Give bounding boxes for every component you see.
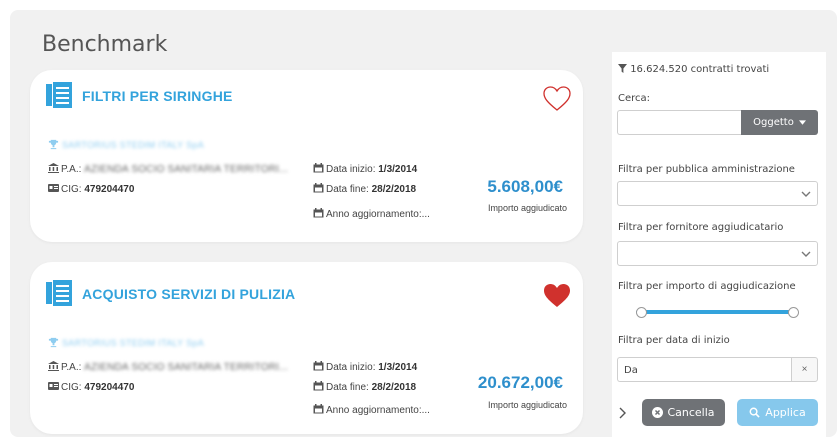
chevron-down-icon	[801, 251, 811, 257]
update-label: Anno aggiornamento:...	[326, 209, 430, 220]
amount-label: Importo aggiudicato	[487, 400, 567, 410]
supplier-name[interactable]: SARTORIUS STEDIM ITALY SpA	[62, 140, 204, 150]
times-circle-icon	[652, 407, 664, 418]
results-count-text: 16.624.520 contratti trovati	[630, 64, 770, 75]
bank-icon	[48, 361, 59, 371]
search-input[interactable]	[617, 110, 741, 135]
apply-button[interactable]: Applica	[737, 399, 818, 426]
end-date-row: Data fine: 28/2/2018	[313, 183, 416, 195]
update-row: Anno aggiornamento:...	[313, 208, 430, 220]
range-min-handle[interactable]	[636, 307, 647, 318]
documents-icon	[46, 82, 72, 108]
range-max-handle[interactable]	[788, 307, 799, 318]
chevron-right-icon[interactable]	[618, 407, 626, 419]
calendar-icon	[313, 361, 324, 371]
end-date-value: 28/2/2018	[371, 184, 417, 195]
amount-value: 20.672,00€	[477, 373, 563, 392]
search-scope-dropdown[interactable]: Oggetto	[741, 110, 818, 135]
end-date-label: Data fine:	[326, 184, 369, 195]
chevron-down-icon	[801, 191, 811, 197]
pa-label: P.A.:	[61, 164, 82, 175]
id-card-icon	[48, 184, 59, 192]
filter-icon	[618, 64, 627, 73]
supplier-filter-label: Filtra per fornitore aggiudicatario	[618, 222, 784, 233]
bank-icon	[48, 163, 59, 173]
calendar-icon	[313, 163, 324, 173]
heart-filled-icon[interactable]	[543, 283, 571, 309]
supplier-name[interactable]: SARTORIUS STEDIM ITALY SpA	[62, 338, 204, 348]
filter-panel: 16.624.520 contratti trovati Cerca: Ogge…	[612, 52, 826, 437]
pa-value: AZIENDA SOCIO SANITARIA TERRITORI...	[84, 164, 289, 175]
amount-label: Importo aggiudicato	[487, 203, 567, 213]
cig-row: CIG: 479204470	[48, 183, 134, 195]
start-date-label: Data inizio:	[326, 362, 376, 373]
cancel-button-label: Cancella	[667, 406, 715, 419]
cig-label: CIG:	[61, 184, 82, 195]
end-date-value: 28/2/2018	[371, 382, 417, 393]
search-label: Cerca:	[618, 93, 651, 104]
date-clear-button[interactable]: ×	[791, 357, 818, 382]
amount-range-slider[interactable]	[636, 310, 796, 314]
end-date-row: Data fine: 28/2/2018	[313, 381, 416, 393]
calendar-icon	[313, 208, 324, 218]
pa-row: P.A.: AZIENDA SOCIO SANITARIA TERRITORI.…	[48, 163, 288, 175]
pa-row: P.A.: AZIENDA SOCIO SANITARIA TERRITORI.…	[48, 361, 288, 373]
pa-label: P.A.:	[61, 362, 82, 373]
start-date-row: Data inizio: 1/3/2014	[313, 361, 417, 373]
caret-down-icon	[798, 120, 806, 125]
update-label: Anno aggiornamento:...	[326, 405, 430, 416]
pa-filter-select[interactable]	[617, 181, 818, 206]
results-count: 16.624.520 contratti trovati	[618, 64, 769, 75]
cig-row: CIG: 479204470	[48, 381, 134, 393]
calendar-icon	[313, 381, 324, 391]
date-filter-label: Filtra per data di inizio	[618, 335, 730, 346]
amount-value: 5.608,00€	[487, 177, 563, 196]
heart-outline-icon[interactable]	[543, 86, 571, 112]
card-title[interactable]: ACQUISTO SERVIZI DI PULIZIA	[82, 286, 295, 302]
update-row: Anno aggiornamento:...	[313, 404, 430, 416]
calendar-icon	[313, 183, 324, 193]
amount-filter-label: Filtra per importo di aggiudicazione	[618, 281, 796, 292]
calendar-icon	[313, 404, 324, 414]
card-title[interactable]: FILTRI PER SIRINGHE	[82, 88, 233, 104]
contract-card[interactable]: ACQUISTO SERVIZI DI PULIZIA SARTORIUS ST…	[30, 262, 583, 434]
cig-value: 479204470	[84, 382, 135, 393]
pa-value: AZIENDA SOCIO SANITARIA TERRITORI...	[84, 362, 289, 373]
search-scope-label: Oggetto	[753, 117, 794, 128]
end-date-label: Data fine:	[326, 382, 369, 393]
pa-filter-label: Filtra per pubblica amministrazione	[618, 164, 795, 175]
start-date-value: 1/3/2014	[378, 164, 418, 175]
cig-label: CIG:	[61, 382, 82, 393]
cig-value: 479204470	[84, 184, 135, 195]
documents-icon	[46, 280, 72, 306]
search-icon	[749, 407, 760, 418]
id-card-icon	[48, 382, 59, 390]
cancel-button[interactable]: Cancella	[642, 399, 725, 426]
start-date-row: Data inizio: 1/3/2014	[313, 163, 417, 175]
start-date-value: 1/3/2014	[378, 362, 418, 373]
apply-button-label: Applica	[765, 406, 806, 419]
page-title: Benchmark	[42, 32, 168, 57]
contract-card[interactable]: FILTRI PER SIRINGHE SARTORIUS STEDIM ITA…	[30, 70, 583, 242]
trophy-icon	[48, 337, 59, 348]
trophy-icon	[48, 139, 59, 150]
date-from-input[interactable]: Da	[617, 357, 791, 382]
supplier-filter-select[interactable]	[617, 241, 818, 266]
start-date-label: Data inizio:	[326, 164, 376, 175]
